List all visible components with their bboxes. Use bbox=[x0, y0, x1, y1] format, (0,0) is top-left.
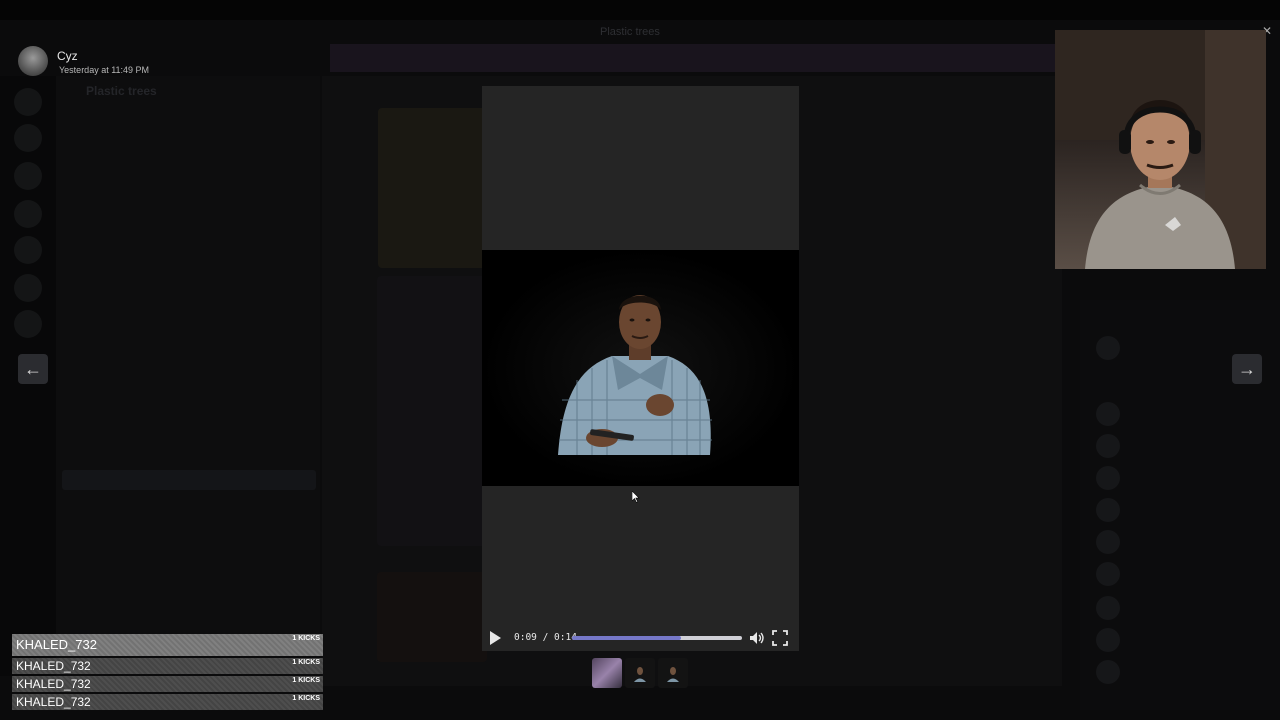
author-avatar[interactable] bbox=[18, 46, 48, 76]
kick-row: KHALED_732 1 KICKS bbox=[12, 694, 323, 710]
kick-leaderboard: KHALED_732 1 KICKS KHALED_732 1 KICKS KH… bbox=[12, 634, 323, 712]
notice-banner bbox=[330, 44, 1060, 72]
chat-attachment[interactable] bbox=[378, 108, 488, 268]
os-top-bar bbox=[0, 0, 1280, 20]
thumbnail[interactable] bbox=[658, 658, 688, 688]
video-content bbox=[482, 250, 799, 486]
selected-channel-highlight[interactable] bbox=[62, 470, 316, 490]
kick-username: KHALED_732 bbox=[16, 677, 91, 691]
fullscreen-icon[interactable] bbox=[772, 630, 788, 646]
media-thumbnails bbox=[592, 658, 688, 688]
member-avatar[interactable] bbox=[1096, 562, 1120, 586]
thumbnail[interactable] bbox=[625, 658, 655, 688]
video-frame[interactable] bbox=[482, 250, 799, 486]
video-player[interactable]: 0:09 / 0:14 bbox=[482, 86, 799, 651]
chat-attachment[interactable] bbox=[377, 276, 487, 546]
member-avatar[interactable] bbox=[1096, 336, 1120, 360]
member-avatar[interactable] bbox=[1096, 628, 1120, 652]
kick-username: KHALED_732 bbox=[16, 637, 97, 652]
server-icon[interactable] bbox=[14, 200, 42, 228]
kick-count: 1 KICKS bbox=[292, 659, 320, 666]
kick-row: KHALED_732 1 KICKS bbox=[12, 676, 323, 692]
server-icon[interactable] bbox=[14, 310, 42, 338]
video-controls: 0:09 / 0:14 bbox=[482, 625, 799, 651]
volume-icon[interactable] bbox=[749, 630, 765, 646]
play-icon[interactable] bbox=[490, 631, 501, 645]
arrow-left-icon[interactable]: ← bbox=[18, 354, 48, 384]
channel-sidebar bbox=[56, 76, 320, 636]
chat-attachment[interactable] bbox=[377, 572, 487, 662]
arrow-right-icon[interactable]: → bbox=[1232, 354, 1262, 384]
server-icon[interactable] bbox=[14, 162, 42, 190]
member-avatar[interactable] bbox=[1096, 466, 1120, 490]
seek-bar-fill bbox=[572, 636, 681, 640]
kick-row: KHALED_732 1 KICKS bbox=[12, 634, 323, 656]
member-avatar[interactable] bbox=[1096, 530, 1120, 554]
webcam-overlay bbox=[1055, 30, 1266, 269]
kick-count: 1 KICKS bbox=[292, 635, 320, 642]
kick-count: 1 KICKS bbox=[292, 695, 320, 702]
message-timestamp: Yesterday at 11:49 PM bbox=[59, 65, 150, 75]
seek-bar[interactable] bbox=[572, 636, 742, 640]
kick-row: KHALED_732 1 KICKS bbox=[12, 658, 323, 674]
server-icon[interactable] bbox=[14, 124, 42, 152]
server-icon[interactable] bbox=[14, 88, 42, 116]
member-avatar[interactable] bbox=[1096, 498, 1120, 522]
thumbnail[interactable] bbox=[592, 658, 622, 688]
server-icon[interactable] bbox=[14, 274, 42, 302]
member-avatar[interactable] bbox=[1096, 402, 1120, 426]
server-name[interactable]: Plastic trees bbox=[86, 84, 157, 98]
member-avatar[interactable] bbox=[1096, 660, 1120, 684]
video-time: 0:09 / 0:14 bbox=[514, 632, 577, 643]
kick-username: KHALED_732 bbox=[16, 695, 91, 709]
mouse-cursor-icon bbox=[632, 491, 640, 503]
kick-username: KHALED_732 bbox=[16, 659, 91, 673]
author-name[interactable]: Cyz bbox=[57, 49, 78, 63]
member-avatar[interactable] bbox=[1096, 434, 1120, 458]
server-icon[interactable] bbox=[14, 236, 42, 264]
kick-count: 1 KICKS bbox=[292, 677, 320, 684]
streamer-image bbox=[1055, 30, 1266, 269]
member-avatar[interactable] bbox=[1096, 596, 1120, 620]
window-title: Plastic trees bbox=[600, 26, 660, 38]
